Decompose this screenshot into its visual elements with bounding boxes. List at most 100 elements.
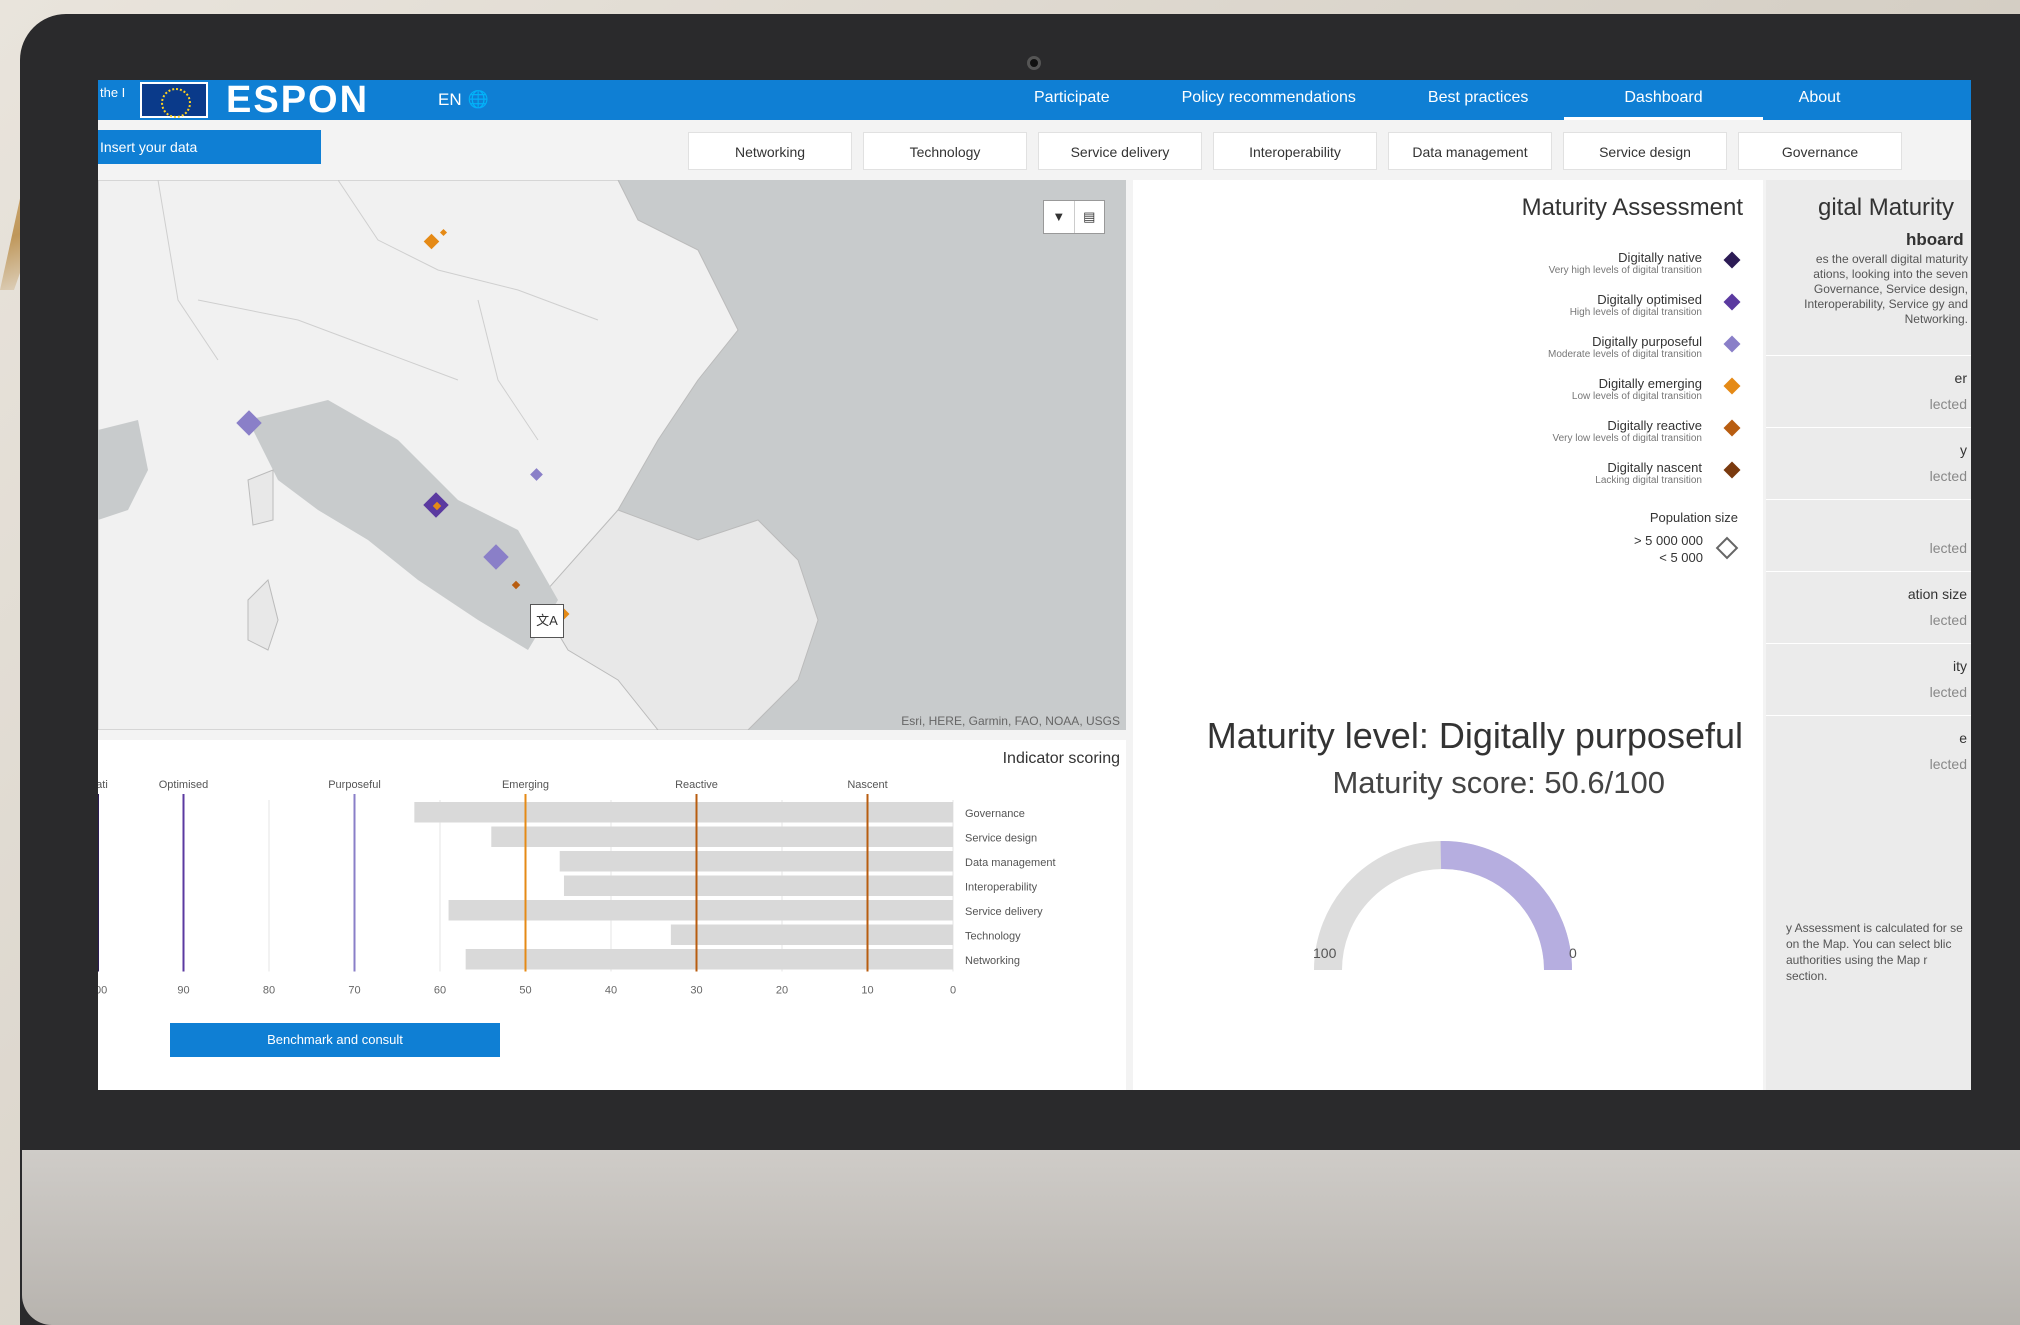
indicator-chart: 0 10 20 30 40 50 60 70 80 90 100 Governance Service …: [98, 779, 1056, 997]
nav-about[interactable]: About: [1763, 80, 1877, 120]
legend-item: Digitally optimised High levels of digita…: [1488, 292, 1741, 334]
x-tick-label: 90: [177, 985, 189, 997]
category-label: Service design: [965, 833, 1037, 845]
gauge-min-label: 0: [1569, 945, 1577, 961]
map-marker: [423, 233, 440, 250]
map-marker: [439, 228, 448, 237]
x-tick-label: 0: [950, 985, 956, 997]
bar: [491, 826, 953, 847]
bar: [559, 851, 953, 872]
map-marker: [511, 580, 521, 590]
filter-row[interactable]: lected: [1766, 499, 1971, 572]
filter-row[interactable]: ity lected: [1766, 643, 1971, 716]
maturity-gauge: [1314, 841, 1572, 971]
x-tick-label: 20: [776, 985, 788, 997]
language-label: EN: [438, 90, 462, 109]
tab-data-management[interactable]: Data management: [1388, 132, 1552, 170]
nav-best-practices[interactable]: Best practices: [1392, 80, 1564, 120]
population-title: Population size: [1649, 510, 1738, 525]
legend-item: Digitally emerging Low levels of digital …: [1488, 376, 1741, 418]
filter-label: er: [1954, 370, 1967, 386]
threshold-label: Emerging: [502, 779, 549, 791]
x-tick-label: 60: [434, 985, 446, 997]
filter-row[interactable]: e lected: [1766, 715, 1971, 788]
nav-dashboard[interactable]: Dashboard: [1564, 80, 1763, 120]
indicator-panel: Indicator scoring 0102030405060708090100…: [98, 740, 1126, 1090]
top-navbar: the I ESPON EN 🌐 Participate Policy reco…: [98, 80, 1971, 121]
filter-row[interactable]: ation size lected: [1766, 571, 1971, 644]
bar: [414, 802, 954, 823]
legend-label: Digitally emerging: [1598, 376, 1702, 391]
filter-label: e: [1959, 730, 1967, 746]
webcam-icon: [1027, 56, 1041, 70]
category-label: Service delivery: [965, 906, 1043, 918]
bar: [448, 900, 953, 921]
category-tabs: Networking Technology Service delivery I…: [688, 132, 1902, 170]
tab-governance[interactable]: Governance: [1738, 132, 1902, 170]
tab-interoperability[interactable]: Interoperability: [1213, 132, 1377, 170]
filter-value: lected: [1929, 684, 1967, 700]
population-large: > 5 000 000: [1633, 533, 1703, 548]
legend-diamond-icon: [1723, 419, 1741, 437]
gauge-fill: [1440, 841, 1572, 971]
legend-diamond-icon: [1723, 251, 1741, 269]
nav-participate[interactable]: Participate: [998, 80, 1146, 120]
tab-technology[interactable]: Technology: [863, 132, 1027, 170]
tab-networking[interactable]: Networking: [688, 132, 852, 170]
category-label: Data management: [965, 857, 1056, 869]
maturity-score-text: Maturity score: 50.6/100: [1332, 765, 1665, 800]
map-marker: [236, 410, 262, 436]
legend-label: Digitally native: [1618, 250, 1702, 265]
filter-row[interactable]: y lected: [1766, 427, 1971, 500]
maturity-level-text: Maturity level: Digitally purposeful: [1206, 715, 1743, 756]
map-marker: [483, 544, 509, 570]
filter-value: lected: [1929, 396, 1967, 412]
language-icon: 🌐: [467, 90, 489, 109]
brand[interactable]: the I ESPON: [98, 80, 369, 121]
legend-desc: High levels of digital transition: [1569, 307, 1702, 318]
population-diamond-icon: [1715, 536, 1739, 560]
x-tick-label: 30: [690, 985, 702, 997]
map-markers: [236, 228, 570, 623]
x-tick-label: 40: [605, 985, 617, 997]
legend-diamond-icon: [1723, 377, 1741, 395]
main-nav: Participate Policy recommendations Best …: [998, 80, 1876, 120]
legend-label: Digitally purposeful: [1592, 334, 1702, 349]
maturity-panel: Maturity Assessment Digitally native Very…: [1133, 180, 1763, 1090]
map-marker: [530, 468, 543, 481]
filter-value: lected: [1929, 756, 1967, 772]
app-screen: the I ESPON EN 🌐 Participate Policy reco…: [98, 80, 1971, 1090]
threshold-label: Optimised: [159, 779, 209, 791]
language-selector[interactable]: EN 🌐: [438, 90, 489, 110]
legend-item: Digitally reactive Very low levels of dig…: [1488, 418, 1741, 460]
legend-label: Digitally nascent: [1607, 460, 1702, 475]
tab-service-design[interactable]: Service design: [1563, 132, 1727, 170]
sidebar-footer: y Assessment is calculated for se on the…: [1786, 921, 1963, 983]
legend-label: Digitally optimised: [1597, 292, 1702, 307]
maturity-sidebar: gital Maturity hboard es the overall dig…: [1766, 180, 1971, 1090]
x-tick-label: 80: [263, 985, 275, 997]
threshold-label: Purposeful: [328, 779, 381, 791]
benchmark-button[interactable]: Benchmark and consult: [170, 1023, 500, 1057]
tab-service-delivery[interactable]: Service delivery: [1038, 132, 1202, 170]
insert-data-button[interactable]: Insert your data: [98, 130, 321, 164]
legend-diamond-icon: [1723, 461, 1741, 479]
legend-desc: Lacking digital transition: [1595, 475, 1702, 486]
legend-desc: Low levels of digital transition: [1571, 391, 1702, 402]
legend-desc: Very low levels of digital transition: [1552, 433, 1702, 444]
category-label: Interoperability: [965, 882, 1038, 894]
translate-icon[interactable]: 文A: [530, 604, 564, 638]
maturity-title: Maturity Assessment: [1521, 194, 1743, 221]
nav-policy-recommendations[interactable]: Policy recommendations: [1146, 80, 1392, 120]
legend-diamond-icon: [1723, 293, 1741, 311]
maturity-legend: Digitally native Very high levels of digi…: [1488, 250, 1741, 502]
filter-row[interactable]: er lected: [1766, 355, 1971, 428]
map-view[interactable]: ▼ ▤ Esri, HERE, Garmin, FAO, NOAA, USGS: [98, 180, 1126, 730]
filter-value: lected: [1929, 540, 1967, 556]
population-small: < 5 000: [1659, 550, 1703, 565]
threshold-label: Nascent: [847, 779, 887, 791]
x-tick-label: 10: [861, 985, 873, 997]
filter-value: lected: [1929, 612, 1967, 628]
legend-item: Digitally nascent Lacking digital transit…: [1488, 460, 1741, 502]
x-tick-label: 70: [348, 985, 360, 997]
